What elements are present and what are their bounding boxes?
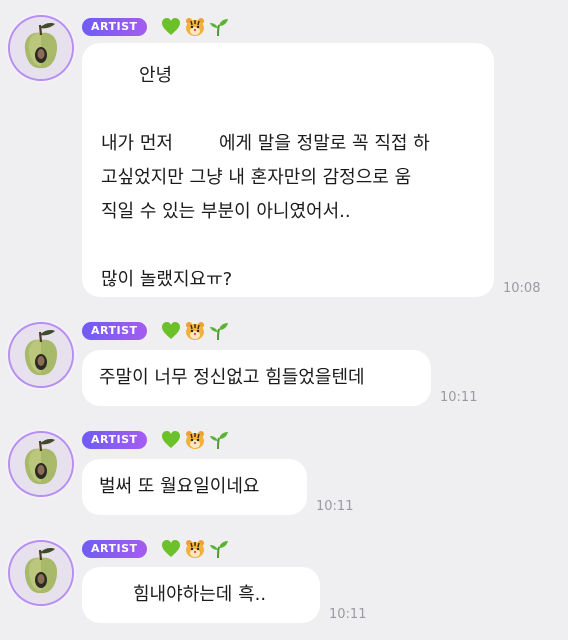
line-text: 힘내야하는데 흑..	[133, 584, 267, 605]
message-header: ARTIST	[82, 538, 229, 560]
message-bubble: 힘내야하는데 흑..	[82, 567, 320, 623]
message-line: 힘내야하는데 흑..	[99, 578, 320, 612]
chat-message: ARTIST 힘내야하는데 흑.. 10:11	[0, 0, 568, 640]
green-heart-icon	[161, 539, 181, 559]
message-timestamp: 10:11	[329, 607, 367, 622]
artist-avatar[interactable]	[10, 542, 72, 604]
pear-apple-icon	[10, 542, 72, 604]
artist-badge: ARTIST	[82, 540, 147, 558]
seedling-icon	[209, 539, 229, 559]
tiger-face-icon	[185, 539, 205, 559]
